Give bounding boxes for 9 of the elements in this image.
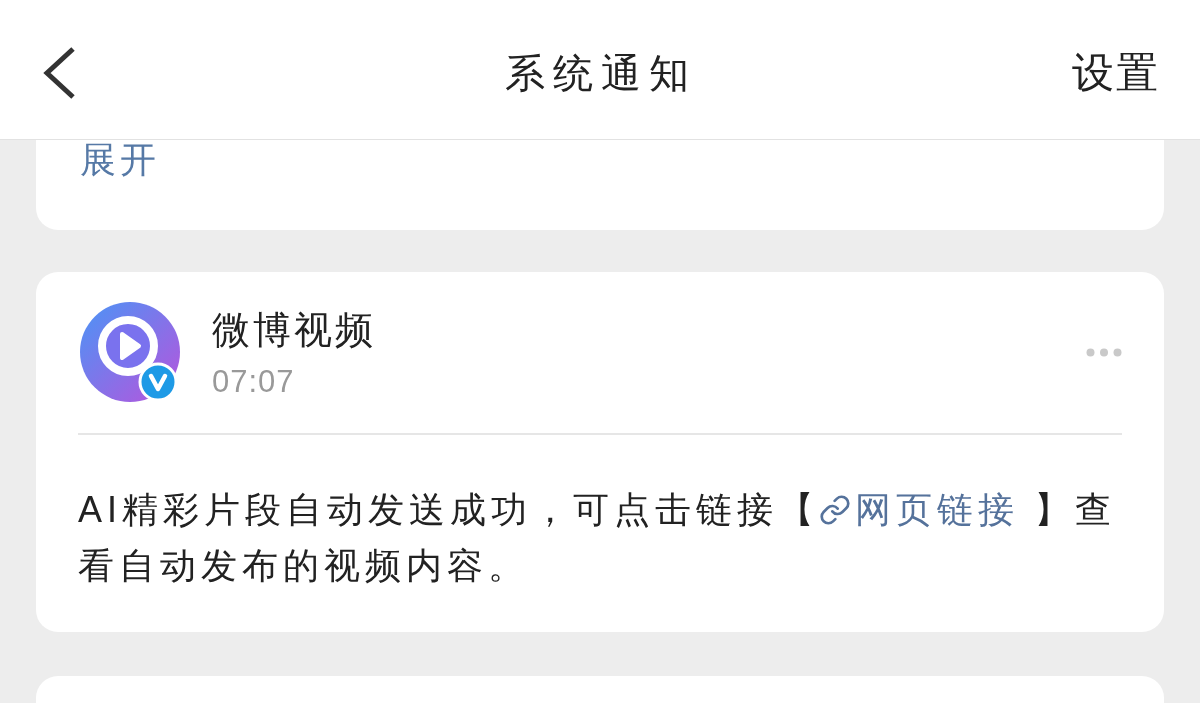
- back-button[interactable]: [42, 45, 76, 100]
- expand-link[interactable]: 展开: [80, 140, 160, 180]
- notification-time: 07:07: [212, 363, 296, 401]
- sender-name: 微博视频: [212, 308, 376, 352]
- settings-button[interactable]: 设置: [1072, 47, 1160, 98]
- page-title: 系统通知: [505, 48, 697, 98]
- notification-message: AI精彩片段自动发送成功，可点击链接【 网页链接 】查看自动发布的视频内容。: [78, 488, 1118, 588]
- web-link[interactable]: 网页链接: [819, 489, 1019, 530]
- link-icon: [819, 494, 851, 526]
